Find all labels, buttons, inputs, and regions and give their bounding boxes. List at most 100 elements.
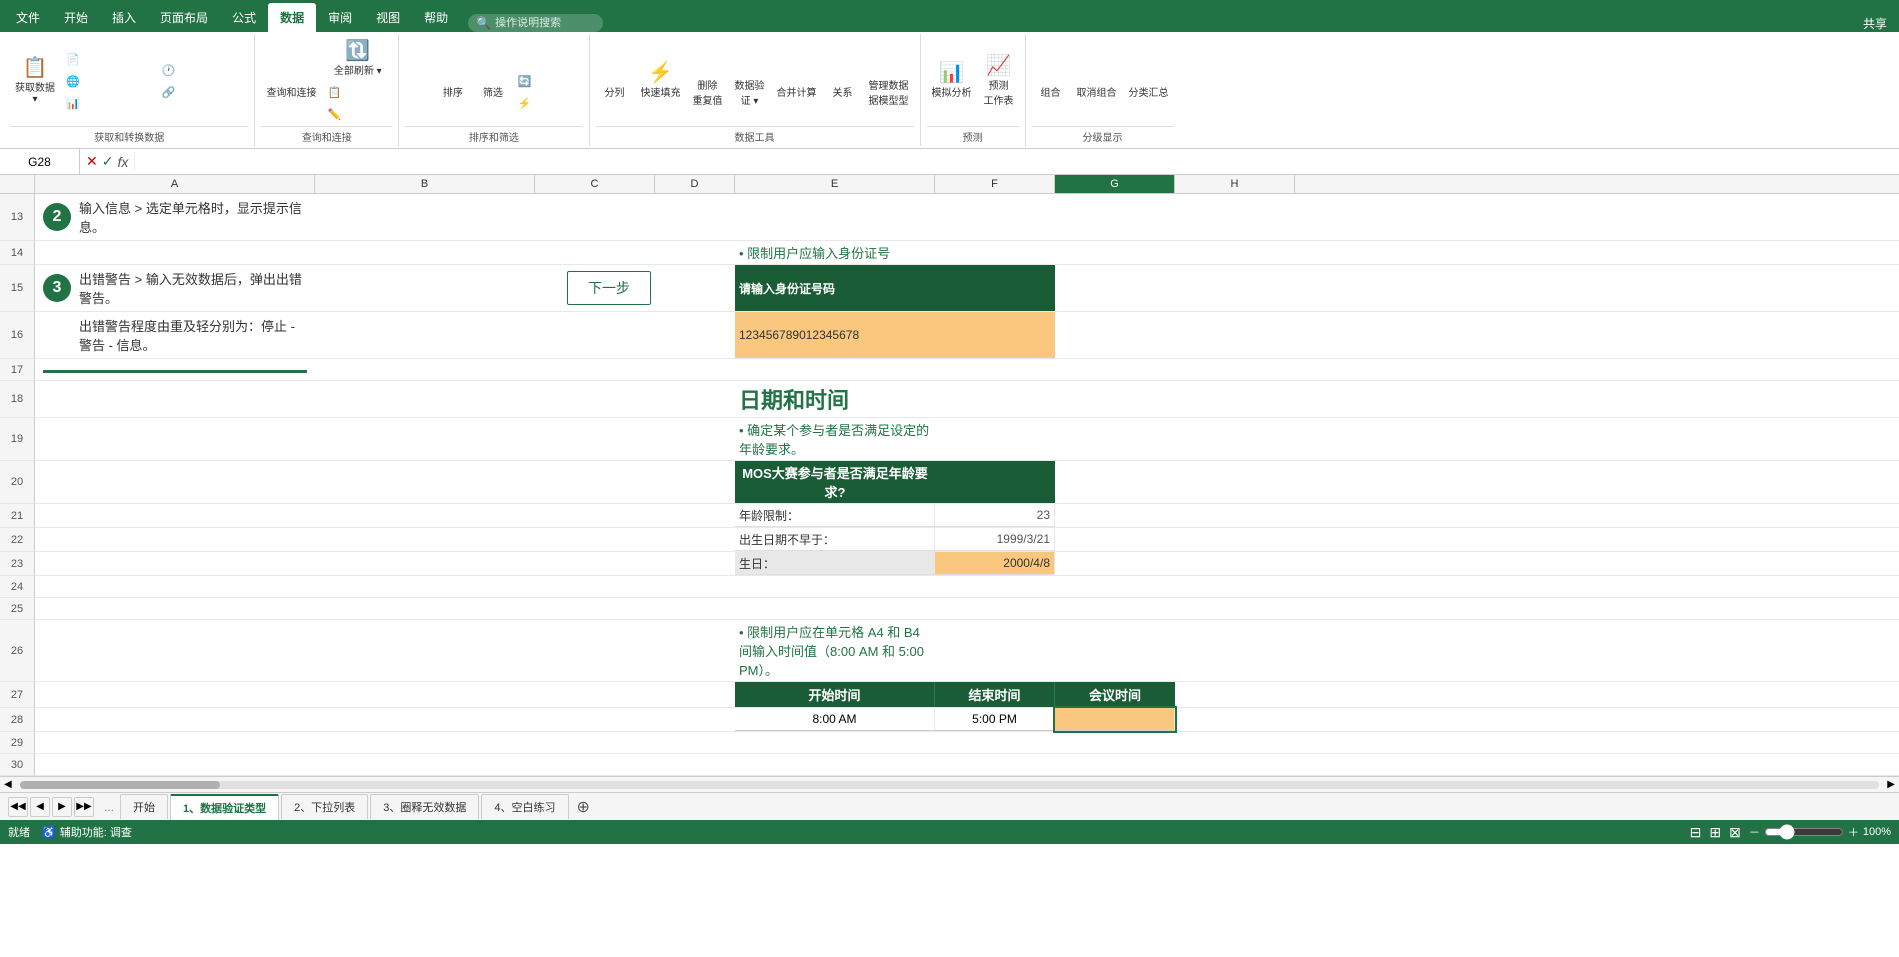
col-header-H[interactable]: H — [1175, 175, 1295, 193]
cell-D21[interactable] — [655, 504, 735, 527]
cell-G26[interactable] — [1055, 620, 1175, 681]
name-box[interactable]: G28 — [0, 149, 80, 174]
cell-E25[interactable] — [735, 598, 935, 619]
row-header-23[interactable]: 23 — [0, 552, 35, 575]
cell-F30[interactable] — [935, 754, 1055, 775]
cell-F13[interactable] — [935, 194, 1055, 240]
cell-C21[interactable] — [535, 504, 655, 527]
edit-links-button[interactable]: ✏️ 编辑链接 — [323, 104, 392, 124]
cell-E21[interactable]: 年龄限制： — [735, 504, 935, 527]
cell-G22[interactable] — [1055, 528, 1175, 551]
cell-B23[interactable] — [315, 552, 535, 575]
cell-A26[interactable] — [35, 620, 315, 681]
what-if-button[interactable]: 📊 模拟分析 — [927, 60, 977, 102]
relationships-button[interactable]: ⇆ 关系 — [824, 60, 862, 102]
cell-H15[interactable] — [1175, 265, 1295, 311]
cell-F23[interactable]: 2000/4/8 — [935, 552, 1055, 575]
cell-A13[interactable]: 2 输入信息 > 选定单元格时，显示提示信息。 — [35, 194, 315, 240]
col-header-C[interactable]: C — [535, 175, 655, 193]
cell-B21[interactable] — [315, 504, 535, 527]
cell-A20[interactable] — [35, 461, 315, 503]
scroll-tabs-prev[interactable]: ◀ — [30, 797, 50, 817]
ungroup-button[interactable]: ⊟ 取消组合 — [1072, 60, 1122, 102]
cell-E19[interactable]: • 确定某个参与者是否满足设定的年龄要求。 — [735, 418, 935, 460]
cell-C17[interactable] — [535, 359, 655, 380]
cell-D29[interactable] — [655, 732, 735, 753]
sort-az-button[interactable]: ↑AZ — [405, 41, 432, 81]
cell-G25[interactable] — [1055, 598, 1175, 619]
row-header-20[interactable]: 20 — [0, 461, 35, 503]
forecast-sheet-button[interactable]: 📈 预测工作表 — [979, 53, 1019, 110]
cell-G16[interactable] — [1055, 312, 1175, 358]
tab-data[interactable]: 数据 — [268, 3, 316, 32]
cell-E26[interactable]: • 限制用户应在单元格 A4 和 B4 间输入时间值（8:00 AM 和 5:0… — [735, 620, 935, 681]
cell-F24[interactable] — [935, 576, 1055, 597]
cell-H22[interactable] — [1175, 528, 1295, 551]
col-header-F[interactable]: F — [935, 175, 1055, 193]
remove-duplicates-button[interactable]: ⊟ 删除重复值 — [688, 53, 728, 110]
col-header-B[interactable]: B — [315, 175, 535, 193]
help-search-input[interactable] — [495, 17, 595, 29]
cell-G28[interactable] — [1055, 708, 1175, 731]
cell-C30[interactable] — [535, 754, 655, 775]
zoom-in-button[interactable]: ＋ — [1848, 824, 1859, 840]
cell-H29[interactable] — [1175, 732, 1295, 753]
cell-E13[interactable] — [735, 194, 935, 240]
cell-G13[interactable] — [1055, 194, 1175, 240]
tab-review[interactable]: 审阅 — [316, 3, 364, 32]
cell-H25[interactable] — [1175, 598, 1295, 619]
cell-B20[interactable] — [315, 461, 535, 503]
manage-model-button[interactable]: 🗂 管理数据据模型型 — [864, 53, 914, 110]
cell-F19[interactable] — [935, 418, 1055, 460]
row-header-22[interactable]: 22 — [0, 528, 35, 551]
cell-D23[interactable] — [655, 552, 735, 575]
cell-A27[interactable] — [35, 682, 315, 707]
cell-D20[interactable] — [655, 461, 735, 503]
cell-B19[interactable] — [315, 418, 535, 460]
cell-A15[interactable]: 3 出错警告 > 输入无效数据后，弹出出错警告。 — [35, 265, 315, 311]
cell-B28[interactable] — [315, 708, 535, 731]
row-header-21[interactable]: 21 — [0, 504, 35, 527]
cell-G15[interactable] — [1055, 265, 1175, 311]
row-header-29[interactable]: 29 — [0, 732, 35, 753]
cell-B15[interactable] — [315, 265, 535, 311]
cell-E23[interactable]: 生日： — [735, 552, 935, 575]
scroll-tabs-right[interactable]: ▶▶ — [74, 797, 94, 817]
cell-E17[interactable] — [735, 359, 935, 380]
view-page-break-icon[interactable]: ⊠ — [1729, 824, 1741, 841]
row-header-13[interactable]: 13 — [0, 194, 35, 240]
cell-D17[interactable] — [655, 359, 735, 380]
cell-G21[interactable] — [1055, 504, 1175, 527]
cell-H21[interactable] — [1175, 504, 1295, 527]
cell-E24[interactable] — [735, 576, 935, 597]
cell-D22[interactable] — [655, 528, 735, 551]
cell-C24[interactable] — [535, 576, 655, 597]
cell-D28[interactable] — [655, 708, 735, 731]
cell-F27[interactable]: 结束时间 — [935, 682, 1055, 707]
cell-F28[interactable]: 5:00 PM — [935, 708, 1055, 731]
cell-B22[interactable] — [315, 528, 535, 551]
from-table-button[interactable]: 📊 来自表格/区域 — [62, 93, 156, 113]
cell-B18[interactable] — [315, 381, 535, 417]
formula-input[interactable] — [135, 155, 1899, 169]
cell-F29[interactable] — [935, 732, 1055, 753]
cell-G23[interactable] — [1055, 552, 1175, 575]
cell-H30[interactable] — [1175, 754, 1295, 775]
cell-A24[interactable] — [35, 576, 315, 597]
cell-H16[interactable] — [1175, 312, 1295, 358]
cell-D30[interactable] — [655, 754, 735, 775]
cell-A19[interactable] — [35, 418, 315, 460]
cell-D16[interactable] — [655, 312, 735, 358]
row-header-15[interactable]: 15 — [0, 265, 35, 311]
view-normal-icon[interactable]: ⊟ — [1690, 824, 1702, 841]
reapply-button[interactable]: 🔄 重新应用 — [514, 71, 583, 91]
col-header-E[interactable]: E — [735, 175, 935, 193]
cell-E15[interactable]: 请输入身份证号码 — [735, 265, 935, 311]
cell-F21[interactable]: 23 — [935, 504, 1055, 527]
cell-D18[interactable] — [655, 381, 735, 417]
cell-E30[interactable] — [735, 754, 935, 775]
scroll-track[interactable] — [20, 781, 1880, 789]
share-button[interactable]: 共享 — [1855, 15, 1895, 32]
scroll-tabs-left[interactable]: ◀◀ — [8, 797, 28, 817]
cell-C15[interactable]: 下一步 — [535, 265, 655, 311]
